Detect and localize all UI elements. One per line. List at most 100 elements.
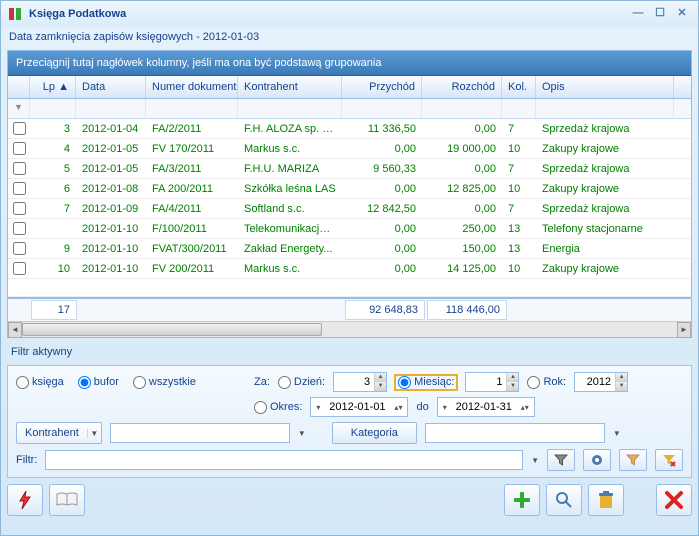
col-kol[interactable]: Kol. (502, 76, 536, 98)
date-from[interactable]: ▾▴▾ (310, 397, 408, 417)
scroll-right-icon[interactable]: ► (677, 322, 691, 338)
row-checkbox[interactable] (8, 160, 30, 177)
cell-rozchod: 250,00 (422, 221, 502, 237)
table-row[interactable]: 32012-01-04FA/2/2011F.H. ALOZA sp. z...1… (8, 119, 691, 139)
cell-przychod: 9 560,33 (342, 161, 422, 177)
filter-clear-button[interactable] (655, 449, 683, 471)
grid-body[interactable]: 32012-01-04FA/2/2011F.H. ALOZA sp. z...1… (8, 119, 691, 279)
cell-opis: Energia (536, 241, 674, 257)
delete-button[interactable] (588, 484, 624, 516)
za-label: Za: (254, 376, 270, 388)
cell-rozchod: 0,00 (422, 161, 502, 177)
radio-miesiac[interactable]: Miesiąc: (395, 375, 457, 390)
row-checkbox[interactable] (8, 260, 30, 277)
cell-kontrahent: Szkółka leśna LAS (238, 181, 342, 197)
filter-settings-button[interactable] (583, 449, 611, 471)
row-checkbox[interactable] (8, 120, 30, 137)
table-row[interactable]: 92012-01-10FVAT/300/2011Zakład Energety.… (8, 239, 691, 259)
table-row[interactable]: 52012-01-05FA/3/2011F.H.U. MARIZA9 560,3… (8, 159, 691, 179)
cell-opis: Sprzedaż krajowa (536, 201, 674, 217)
sum-rozchod: 118 446,00 (427, 300, 507, 320)
kontrahent-combo[interactable]: Kontrahent▼ (16, 422, 102, 444)
cell-rozchod: 0,00 (422, 201, 502, 217)
book-button[interactable] (49, 484, 85, 516)
cell-lp (30, 227, 76, 231)
col-kontrahent[interactable]: Kontrahent (238, 76, 342, 98)
radio-dzien[interactable]: Dzień: (278, 376, 325, 389)
kategoria-input[interactable] (425, 423, 605, 443)
search-button[interactable] (546, 484, 582, 516)
miesiac-spinner[interactable]: ▲▼ (465, 372, 519, 392)
do-label: do (416, 401, 428, 413)
close-button[interactable]: ✕ (672, 6, 692, 22)
cell-przychod: 12 842,50 (342, 201, 422, 217)
col-data[interactable]: Data (76, 76, 146, 98)
row-checkbox[interactable] (8, 240, 30, 257)
table-row[interactable]: 72012-01-09FA/4/2011Softland s.c.12 842,… (8, 199, 691, 219)
radio-rok[interactable]: Rok: (527, 376, 566, 389)
filter-panel: księga bufor wszystkie Za: Dzień: ▲▼ Mie… (7, 365, 692, 478)
maximize-button[interactable]: ☐ (650, 6, 670, 22)
lightning-button[interactable] (7, 484, 43, 516)
date-to[interactable]: ▾▴▾ (437, 397, 535, 417)
radio-wszystkie[interactable]: wszystkie (133, 376, 196, 389)
window-title: Księga Podatkowa (29, 8, 126, 20)
row-checkbox[interactable] (8, 180, 30, 197)
cell-lp: 6 (30, 181, 76, 197)
col-checkbox[interactable] (8, 76, 30, 98)
col-opis[interactable]: Opis (536, 76, 674, 98)
cell-kontrahent: Markus s.c. (238, 141, 342, 157)
close-window-button[interactable] (656, 484, 692, 516)
col-lp[interactable]: Lp ▲ (30, 76, 76, 98)
table-row[interactable]: 2012-01-10F/100/2011Telekomunikacja ...0… (8, 219, 691, 239)
cell-numer: FV 200/2011 (146, 261, 238, 277)
horizontal-scrollbar[interactable]: ◄ ► (8, 321, 691, 337)
column-headers: Lp ▲ Data Numer dokumentu Kontrahent Prz… (8, 76, 691, 99)
filtr-input[interactable] (45, 450, 523, 470)
cell-data: 2012-01-10 (76, 221, 146, 237)
window: Księga Podatkowa — ☐ ✕ Data zamknięcia z… (0, 0, 699, 536)
cell-rozchod: 150,00 (422, 241, 502, 257)
app-icon (7, 6, 23, 22)
cell-kontrahent: Markus s.c. (238, 261, 342, 277)
cell-kontrahent: F.H. ALOZA sp. z... (238, 121, 342, 137)
cell-opis: Zakupy krajowe (536, 181, 674, 197)
minimize-button[interactable]: — (628, 6, 648, 22)
table-row[interactable]: 102012-01-10FV 200/2011Markus s.c.0,0014… (8, 259, 691, 279)
add-button[interactable] (504, 484, 540, 516)
dzien-spinner[interactable]: ▲▼ (333, 372, 387, 392)
radio-okres[interactable]: Okres: (254, 401, 302, 414)
scroll-thumb[interactable] (22, 323, 322, 336)
cell-data: 2012-01-10 (76, 261, 146, 277)
table-row[interactable]: 42012-01-05FV 170/2011Markus s.c.0,0019 … (8, 139, 691, 159)
cell-lp: 3 (30, 121, 76, 137)
rok-spinner[interactable]: ▲▼ (574, 372, 628, 392)
titlebar: Księga Podatkowa — ☐ ✕ (1, 1, 698, 27)
row-checkbox[interactable] (8, 140, 30, 157)
row-checkbox[interactable] (8, 200, 30, 217)
radio-ksiega[interactable]: księga (16, 376, 64, 389)
table-row[interactable]: 62012-01-08FA 200/2011Szkółka leśna LAS0… (8, 179, 691, 199)
cell-lp: 9 (30, 241, 76, 257)
column-filter-row[interactable]: ▼ (8, 99, 691, 119)
row-checkbox[interactable] (8, 220, 30, 237)
group-by-hint[interactable]: Przeciągnij tutaj nagłówek kolumny, jeśl… (8, 51, 691, 76)
kontrahent-input[interactable] (110, 423, 290, 443)
cell-data: 2012-01-04 (76, 121, 146, 137)
col-rozchod[interactable]: Rozchód (422, 76, 502, 98)
filter-edit-button[interactable] (619, 449, 647, 471)
col-numer[interactable]: Numer dokumentu (146, 76, 238, 98)
cell-przychod: 0,00 (342, 221, 422, 237)
filter-funnel-button[interactable] (547, 449, 575, 471)
kategoria-button[interactable]: Kategoria (332, 422, 417, 444)
cell-kontrahent: Telekomunikacja ... (238, 221, 342, 237)
cell-data: 2012-01-08 (76, 181, 146, 197)
cell-kol: 7 (502, 121, 536, 137)
filter-icon[interactable]: ▼ (8, 99, 30, 118)
summary-row: 17 92 648,83 118 446,00 (8, 297, 691, 321)
cell-opis: Zakupy krajowe (536, 141, 674, 157)
radio-bufor[interactable]: bufor (78, 376, 119, 389)
cell-kol: 13 (502, 221, 536, 237)
col-przychod[interactable]: Przychód (342, 76, 422, 98)
scroll-left-icon[interactable]: ◄ (8, 322, 22, 338)
